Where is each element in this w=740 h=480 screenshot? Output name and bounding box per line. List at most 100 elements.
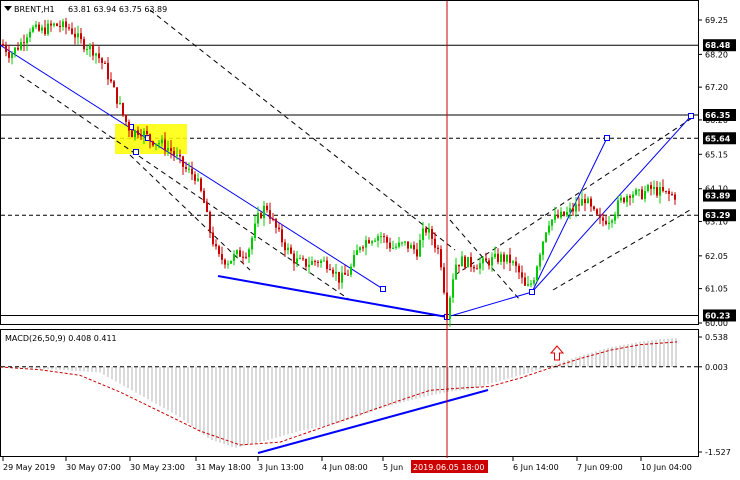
candle-body: [506, 254, 508, 262]
candle-body: [542, 241, 544, 255]
candle-body: [482, 258, 484, 264]
candle-body: [260, 213, 262, 219]
candle-body: [26, 37, 28, 44]
candle-body: [647, 185, 649, 192]
candle-body: [296, 258, 298, 264]
candle-body: [140, 135, 142, 137]
wave-marker: [380, 286, 386, 292]
candle-body: [11, 53, 13, 58]
candle-body: [563, 211, 565, 216]
candle-body: [386, 236, 388, 243]
candle-body: [29, 31, 31, 38]
candle-body: [62, 21, 64, 28]
ohlc-values: 63.81 63.94 63.75 63.89: [68, 5, 167, 14]
candle-body: [452, 279, 454, 298]
candle-body: [395, 246, 397, 248]
candle-body: [305, 258, 307, 267]
crosshair-time-label: 2019.06.05 18:00: [413, 463, 484, 472]
candle-body: [113, 81, 115, 88]
time-axis-label: 29 May 2019: [3, 463, 55, 472]
candle-body: [491, 257, 493, 266]
wave-marker: [688, 113, 694, 119]
candle-body: [236, 250, 238, 255]
time-axis-label: 5 Jun: [383, 463, 403, 472]
candle-body: [44, 27, 46, 35]
candle-body: [170, 148, 172, 152]
time-axis-label: 4 Jun 08:00: [322, 463, 368, 472]
candle-body: [245, 256, 247, 258]
candle-body: [410, 245, 412, 249]
candle-body: [359, 247, 361, 251]
candle-body: [137, 130, 139, 136]
candle-body: [326, 260, 328, 269]
candle-body: [209, 211, 211, 233]
candle-body: [200, 178, 202, 191]
candle-body: [23, 42, 25, 44]
candle-body: [356, 250, 358, 255]
candle-body: [95, 53, 97, 56]
candle-body: [308, 264, 310, 267]
candle-body: [65, 21, 67, 28]
candle-body: [119, 103, 121, 105]
candle-body: [242, 256, 244, 258]
wave-marker: [529, 289, 535, 295]
candle-body: [539, 254, 541, 267]
candle-body: [437, 247, 439, 250]
candle-body: [512, 261, 514, 263]
candle-body: [104, 62, 106, 64]
candle-body: [197, 178, 199, 181]
candle-body: [671, 194, 673, 196]
candle-body: [545, 232, 547, 242]
candle-body: [335, 271, 337, 274]
candle-body: [674, 194, 676, 200]
candle-body: [443, 267, 445, 293]
candle-body: [500, 254, 502, 262]
time-axis: 29 May 2019 30 May 07:00 30 May 23:00 31 Ma…: [2, 457, 692, 472]
candle-body: [143, 130, 145, 137]
candle-body: [287, 247, 289, 251]
candle-body: [89, 45, 91, 50]
symbol-label: BRENT,H1: [14, 5, 55, 14]
wave-marker: [604, 135, 610, 141]
candle-body: [605, 220, 607, 225]
price-level-label: 63.29: [705, 211, 731, 220]
candle-body: [275, 218, 277, 228]
price-panel[interactable]: [0, 0, 699, 325]
candle-body: [134, 130, 136, 138]
candle-body: [191, 168, 193, 175]
macd-header: MACD(26,50,9) 0.408 0.411: [5, 334, 117, 343]
candle-body: [581, 199, 583, 206]
candle-body: [341, 272, 343, 283]
candle-body: [215, 244, 217, 247]
candle-body: [152, 141, 154, 146]
candle-body: [620, 197, 622, 201]
candle-body: [629, 196, 631, 198]
macd-panel[interactable]: [0, 329, 699, 457]
candle-body: [518, 265, 520, 273]
candle-body: [278, 227, 280, 230]
candle-body: [602, 217, 604, 221]
candle-body: [530, 283, 532, 285]
candle-body: [365, 240, 367, 248]
candle-body: [662, 187, 664, 191]
candle-body: [314, 260, 316, 262]
candle-body: [239, 250, 241, 257]
chart-canvas[interactable]: 69.2568.2067.2066.2065.1564.1063.1062.05…: [0, 0, 740, 480]
time-axis-label: 10 Jun 04:00: [641, 463, 692, 472]
candle-body: [2, 43, 4, 46]
candle-body: [374, 240, 376, 242]
candle-body: [428, 228, 430, 233]
candle-body: [560, 211, 562, 218]
candle-body: [86, 49, 88, 51]
candle-body: [614, 214, 616, 221]
price-axis-label: 69.25: [705, 16, 728, 25]
candle-body: [626, 196, 628, 203]
candle-body: [122, 103, 124, 115]
candle-body: [521, 272, 523, 278]
price-axis-label: 61.05: [705, 285, 728, 294]
candle-body: [497, 253, 499, 262]
candle-body: [53, 23, 55, 26]
candle-body: [533, 280, 535, 284]
candle-body: [221, 254, 223, 260]
candle-body: [665, 190, 667, 192]
